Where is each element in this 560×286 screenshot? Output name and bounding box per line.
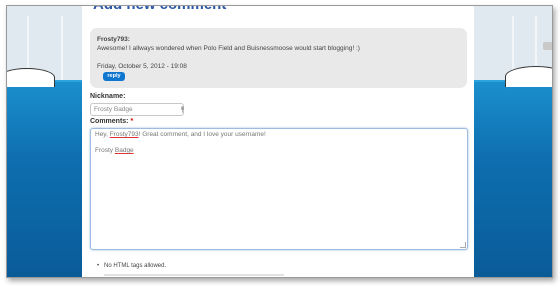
- comment-line-1: Hey, Frosty793! Great comment, and I lov…: [95, 131, 266, 138]
- resize-handle[interactable]: [460, 242, 466, 248]
- comment-line-2-start: Frosty: [95, 147, 115, 154]
- misspelled-word: Frosty793: [109, 131, 139, 138]
- comment-line-1-start: Hey,: [95, 131, 110, 138]
- comment-line-2: Frosty Badge: [95, 147, 134, 154]
- required-mark: *: [130, 118, 134, 125]
- nickname-field[interactable]: Frosty Badge: [90, 103, 184, 116]
- page-title: Add new comment: [93, 6, 226, 13]
- input-format-tip: No HTML tags allowed.: [97, 263, 166, 269]
- comment-author: Frosty793:: [97, 36, 130, 43]
- parent-comment: Frosty793: Awesome! I allways wondered w…: [90, 28, 467, 88]
- browser-viewport: Add new comment Frosty793: Awesome! I al…: [6, 5, 553, 278]
- comment-text: Awesome! I allways wondered when Polo Fi…: [97, 45, 360, 52]
- comment-line-1-end: ! Great comment, and I love your usernam…: [138, 131, 266, 138]
- comments-textarea[interactable]: Hey, Frosty793! Great comment, and I lov…: [90, 128, 468, 250]
- comments-label-text: Comments:: [90, 118, 129, 125]
- reply-button[interactable]: reply: [103, 72, 125, 81]
- iceberg-left: [7, 68, 55, 87]
- cutoff-text: [104, 274, 284, 276]
- iceberg-right: [505, 66, 552, 87]
- microphone-icon: [181, 106, 184, 113]
- background-stripe: [61, 16, 63, 84]
- comment-date: Friday, October 5, 2012 - 19:08: [97, 63, 187, 70]
- comment-form-panel: Add new comment Frosty793: Awesome! I al…: [82, 6, 474, 277]
- nickname-value: Frosty Badge: [94, 106, 133, 113]
- nickname-label: Nickname:: [90, 93, 126, 100]
- misspelled-word: Badge: [114, 147, 134, 154]
- comments-label: Comments: *: [90, 118, 133, 125]
- background-decoration: [543, 42, 552, 50]
